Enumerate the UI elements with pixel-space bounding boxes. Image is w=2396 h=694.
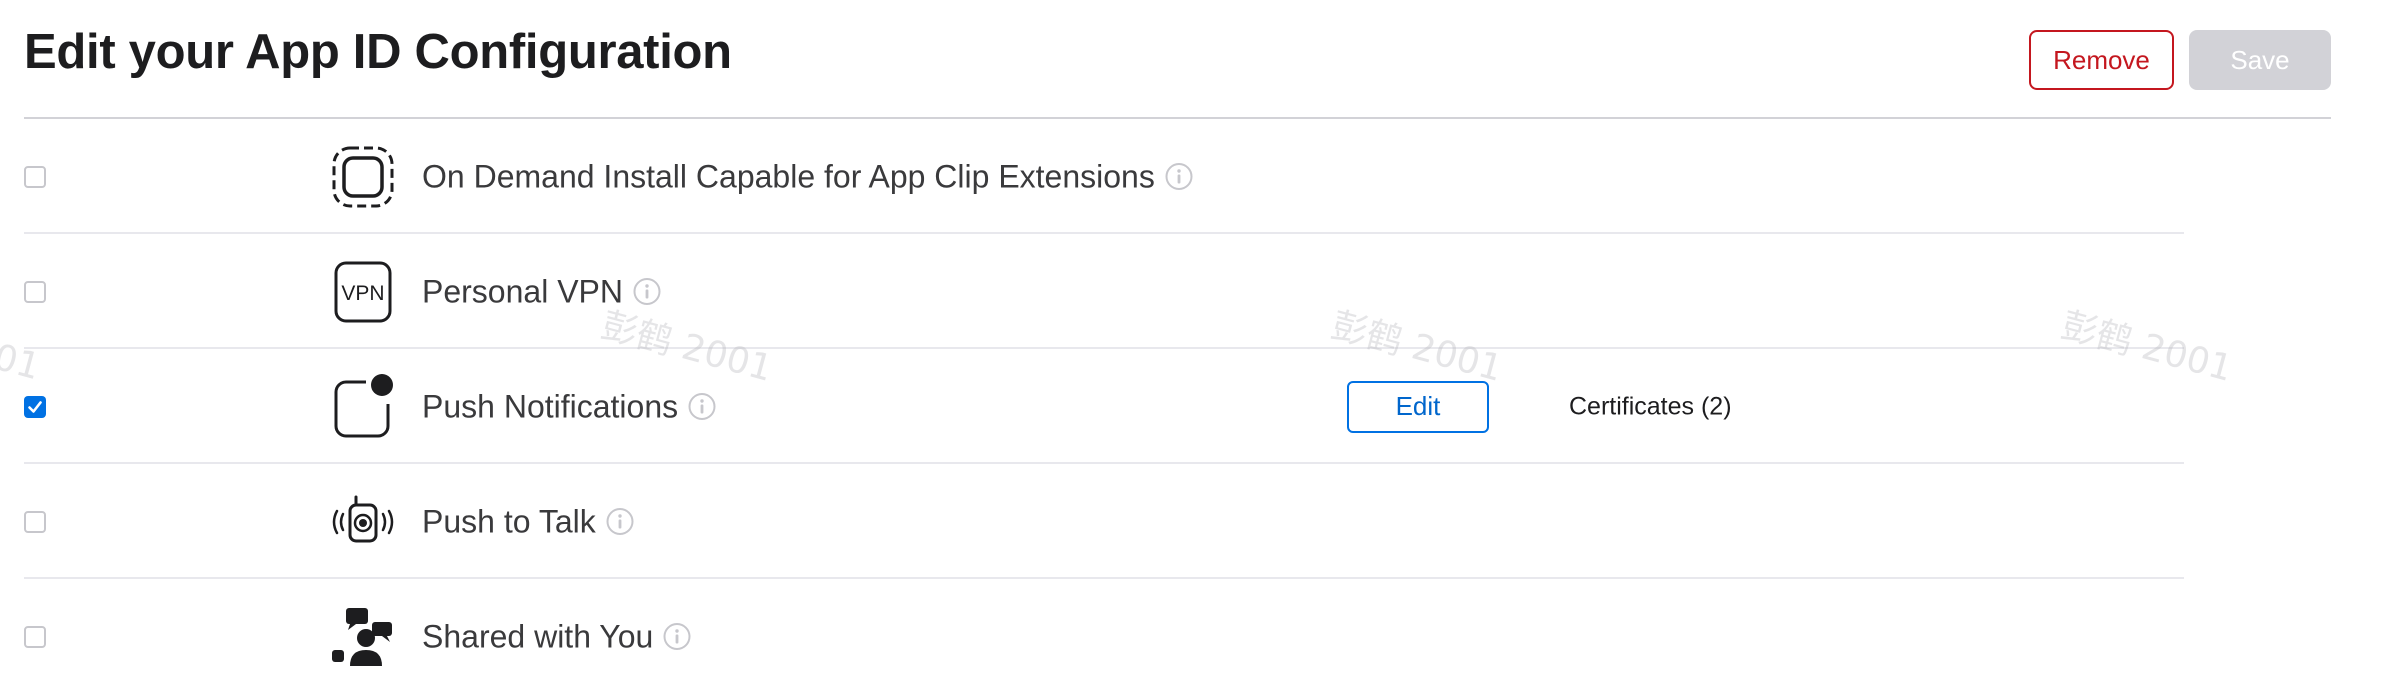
capability-checkbox[interactable] <box>24 165 46 188</box>
capability-checkbox[interactable] <box>24 625 46 648</box>
app-clip-icon <box>332 146 394 207</box>
capability-label: Shared with You <box>422 618 691 655</box>
capability-name: Push to Talk <box>422 503 596 539</box>
certificates-status: Certificates (2) <box>1569 392 1732 420</box>
capability-name: Personal VPN <box>422 273 623 309</box>
capability-row: Push Notifications Edit Certificates (2) <box>0 349 2396 464</box>
capability-checkbox[interactable] <box>24 510 46 533</box>
info-icon[interactable] <box>663 623 691 651</box>
vpn-icon: VPN <box>334 261 392 322</box>
push-notifications-icon <box>334 373 393 437</box>
info-icon[interactable] <box>1165 163 1193 191</box>
info-icon[interactable] <box>606 508 634 536</box>
info-icon[interactable] <box>633 278 661 306</box>
remove-button[interactable]: Remove <box>2029 30 2174 90</box>
capability-row: On Demand Install Capable for App Clip E… <box>0 119 2396 234</box>
capability-label: On Demand Install Capable for App Clip E… <box>422 158 1193 195</box>
capability-checkbox[interactable] <box>24 280 46 303</box>
page-title: Edit your App ID Configuration <box>24 25 732 79</box>
shared-with-you-icon <box>332 607 392 666</box>
capability-name: Shared with You <box>422 618 654 654</box>
capability-label: Push Notifications <box>422 388 716 425</box>
capability-name: On Demand Install Capable for App Clip E… <box>422 158 1155 194</box>
capability-label: Personal VPN <box>422 273 661 310</box>
vpn-icon-text: VPN <box>341 282 384 305</box>
capability-row: Shared with You <box>0 579 2396 694</box>
checkmark-icon <box>28 400 42 413</box>
capability-checkbox[interactable] <box>24 395 46 418</box>
capability-label: Push to Talk <box>422 503 634 540</box>
save-button[interactable]: Save <box>2189 30 2331 90</box>
edit-button[interactable]: Edit <box>1347 380 1489 433</box>
push-to-talk-icon <box>332 495 394 542</box>
capability-row: VPN Personal VPN <box>0 234 2396 349</box>
capability-row: Push to Talk <box>0 464 2396 579</box>
capability-list: On Demand Install Capable for App Clip E… <box>0 119 2396 694</box>
capability-name: Push Notifications <box>422 388 679 424</box>
info-icon[interactable] <box>688 393 716 421</box>
